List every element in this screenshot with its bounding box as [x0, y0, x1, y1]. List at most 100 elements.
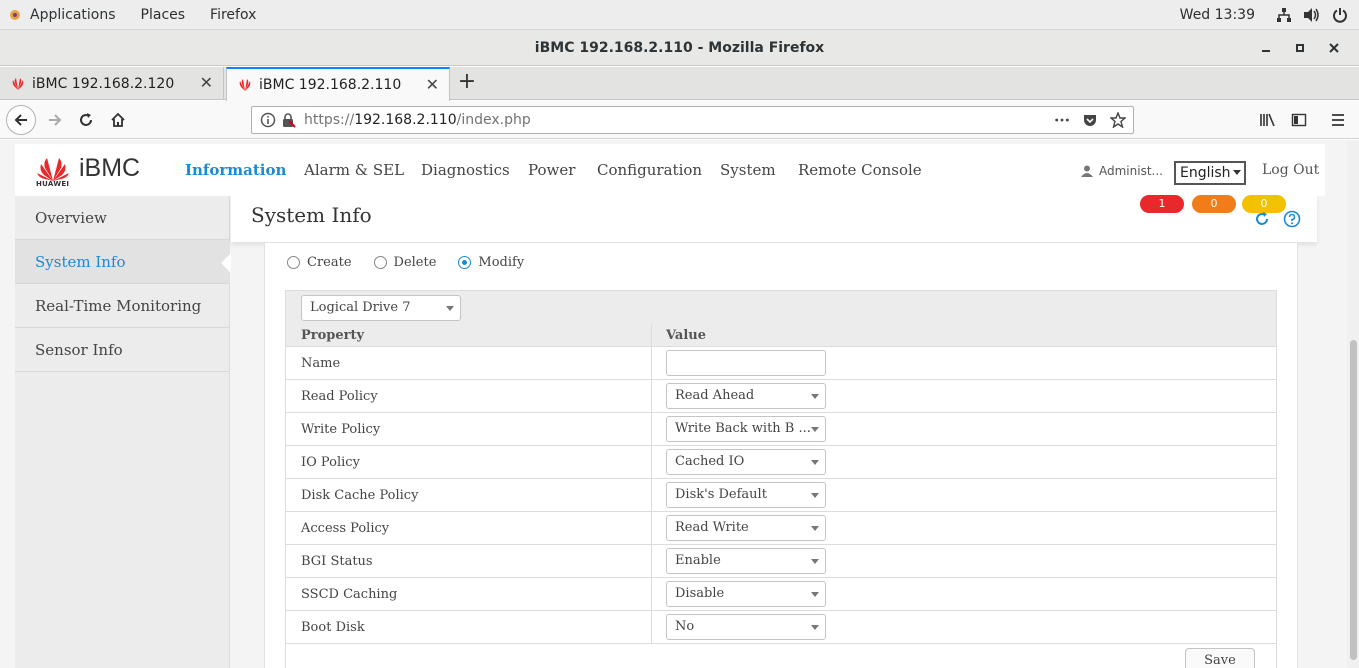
table-row: Boot Disk No [286, 611, 1276, 644]
clock[interactable]: Wed 13:39 [1180, 7, 1255, 23]
firefox-menu[interactable]: Firefox [210, 7, 256, 23]
reload-icon [80, 113, 92, 126]
tab-close-icon[interactable]: ✕ [426, 77, 439, 93]
user-menu[interactable]: Administ... [1081, 164, 1163, 178]
sidebar-item-system-info[interactable]: System Info [15, 240, 230, 284]
sidebar-toggle-button[interactable] [1284, 105, 1314, 135]
applications-menu[interactable]: Applications [8, 7, 116, 23]
sidebar-icon [1291, 113, 1307, 127]
navigation-toolbar: https://192.168.2.110/index.php [0, 101, 1359, 139]
disk-cache-policy-select[interactable]: Disk's Default [666, 482, 826, 508]
table-row: Read Policy Read Ahead [286, 380, 1276, 413]
ibmc-logo[interactable]: iBMC [35, 154, 140, 183]
new-tab-button[interactable]: + [455, 71, 479, 95]
access-policy-select[interactable]: Read Write [666, 515, 826, 541]
read-policy-select[interactable]: Read Ahead [666, 383, 826, 409]
network-icon[interactable] [1275, 6, 1293, 24]
info-icon[interactable] [260, 112, 276, 128]
gnome-top-bar: Applications Places Firefox Wed 13:39 [0, 0, 1359, 30]
volume-icon[interactable] [1303, 6, 1321, 24]
property-label: Name [301, 356, 341, 371]
save-button[interactable]: Save [1185, 648, 1255, 668]
bookmark-star-icon[interactable] [1110, 112, 1126, 128]
boot-disk-select[interactable]: No [666, 614, 826, 640]
property-label: IO Policy [301, 455, 360, 470]
home-button[interactable] [103, 105, 133, 135]
reload-button[interactable] [71, 105, 101, 135]
forward-button[interactable] [40, 105, 70, 135]
menu-diagnostics[interactable]: Diagnostics [421, 161, 510, 179]
logout-link[interactable]: Log Out [1262, 162, 1319, 178]
ibmc-logo-text: iBMC [79, 154, 141, 182]
maximize-icon [1296, 44, 1304, 52]
menu-configuration[interactable]: Configuration [597, 161, 702, 179]
huawei-logo-icon [37, 157, 69, 181]
property-label: Disk Cache Policy [301, 488, 419, 503]
property-table: Property Value Name Read Policy Read Ahe… [286, 325, 1276, 644]
close-window-button[interactable] [1317, 30, 1351, 66]
url-bar[interactable]: https://192.168.2.110/index.php [251, 106, 1134, 134]
content-body: Create Delete Modify Logical Drive 7 Pro… [264, 243, 1298, 668]
property-label: SSCD Caching [301, 587, 398, 602]
bgi-status-select[interactable]: Enable [666, 548, 826, 574]
page-actions-icon[interactable] [1054, 112, 1070, 128]
radio-delete-label[interactable]: Delete [394, 255, 437, 270]
select-value: Enable [675, 553, 721, 568]
tab-label: iBMC 192.168.2.110 [259, 77, 402, 93]
tab-strip: iBMC 192.168.2.120 ✕ iBMC 192.168.2.110 … [0, 67, 1359, 101]
logical-drive-value: Logical Drive 7 [310, 300, 411, 315]
chevron-down-icon [811, 526, 819, 531]
places-menu[interactable]: Places [141, 7, 186, 23]
library-icon [1260, 113, 1275, 127]
power-icon[interactable] [1331, 6, 1349, 24]
sidebar-item-sensor-info[interactable]: Sensor Info [15, 328, 230, 372]
chevron-down-icon [446, 306, 454, 311]
property-label: Read Policy [301, 389, 378, 404]
table-row: Write Policy Write Back with B ... [286, 413, 1276, 446]
insecure-lock-icon[interactable] [280, 112, 296, 128]
header-property: Property [301, 328, 365, 343]
radio-create[interactable] [287, 256, 300, 269]
critical-alarm-badge[interactable]: 1 [1140, 195, 1184, 213]
write-policy-select[interactable]: Write Back with B ... [666, 416, 826, 442]
radio-create-label[interactable]: Create [307, 255, 352, 270]
window-titlebar: iBMC 192.168.2.110 - Mozilla Firefox [0, 30, 1359, 66]
property-label: Boot Disk [301, 620, 365, 635]
sidebar-item-overview[interactable]: Overview [15, 196, 230, 240]
property-label: Write Policy [301, 422, 381, 437]
tab-close-icon[interactable]: ✕ [200, 75, 213, 91]
help-icon[interactable] [1283, 210, 1301, 228]
library-button[interactable] [1253, 105, 1283, 135]
page-viewport: iBMC HUAWEI Information Alarm & SEL Diag… [0, 140, 1359, 668]
header-value: Value [666, 328, 706, 343]
language-select[interactable]: English [1174, 161, 1246, 185]
refresh-icon[interactable] [1253, 210, 1271, 228]
io-policy-select[interactable]: Cached IO [666, 449, 826, 475]
hamburger-menu-button[interactable] [1323, 105, 1353, 135]
sidebar: Overview System Info Real-Time Monitorin… [15, 196, 230, 668]
menu-information[interactable]: Information [185, 161, 286, 179]
tab-ibmc-110[interactable]: iBMC 192.168.2.110 ✕ [226, 67, 450, 101]
table-row: SSCD Caching Disable [286, 578, 1276, 611]
back-button[interactable] [6, 105, 36, 135]
scrollbar-thumb[interactable] [1350, 340, 1357, 660]
page-scrollbar[interactable] [1347, 140, 1359, 668]
sidebar-item-real-time-monitoring[interactable]: Real-Time Monitoring [15, 284, 230, 328]
menu-remote-console[interactable]: Remote Console [798, 161, 922, 179]
radio-modify-label[interactable]: Modify [478, 255, 524, 270]
sscd-caching-select[interactable]: Disable [666, 581, 826, 607]
logical-drive-select[interactable]: Logical Drive 7 [301, 295, 461, 321]
radio-modify[interactable] [458, 256, 472, 269]
radio-delete[interactable] [373, 256, 387, 269]
table-header-row: Property Value [286, 325, 1276, 347]
table-row: IO Policy Cached IO [286, 446, 1276, 479]
menu-power[interactable]: Power [528, 161, 575, 179]
maximize-button[interactable] [1283, 30, 1317, 66]
minimize-button[interactable] [1249, 30, 1283, 66]
name-field[interactable] [666, 350, 826, 376]
tab-ibmc-120[interactable]: iBMC 192.168.2.120 ✕ [0, 67, 224, 100]
major-alarm-badge[interactable]: 0 [1192, 195, 1236, 213]
pocket-icon[interactable] [1082, 112, 1098, 128]
menu-alarm-sel[interactable]: Alarm & SEL [304, 161, 404, 179]
menu-system[interactable]: System [720, 161, 776, 179]
